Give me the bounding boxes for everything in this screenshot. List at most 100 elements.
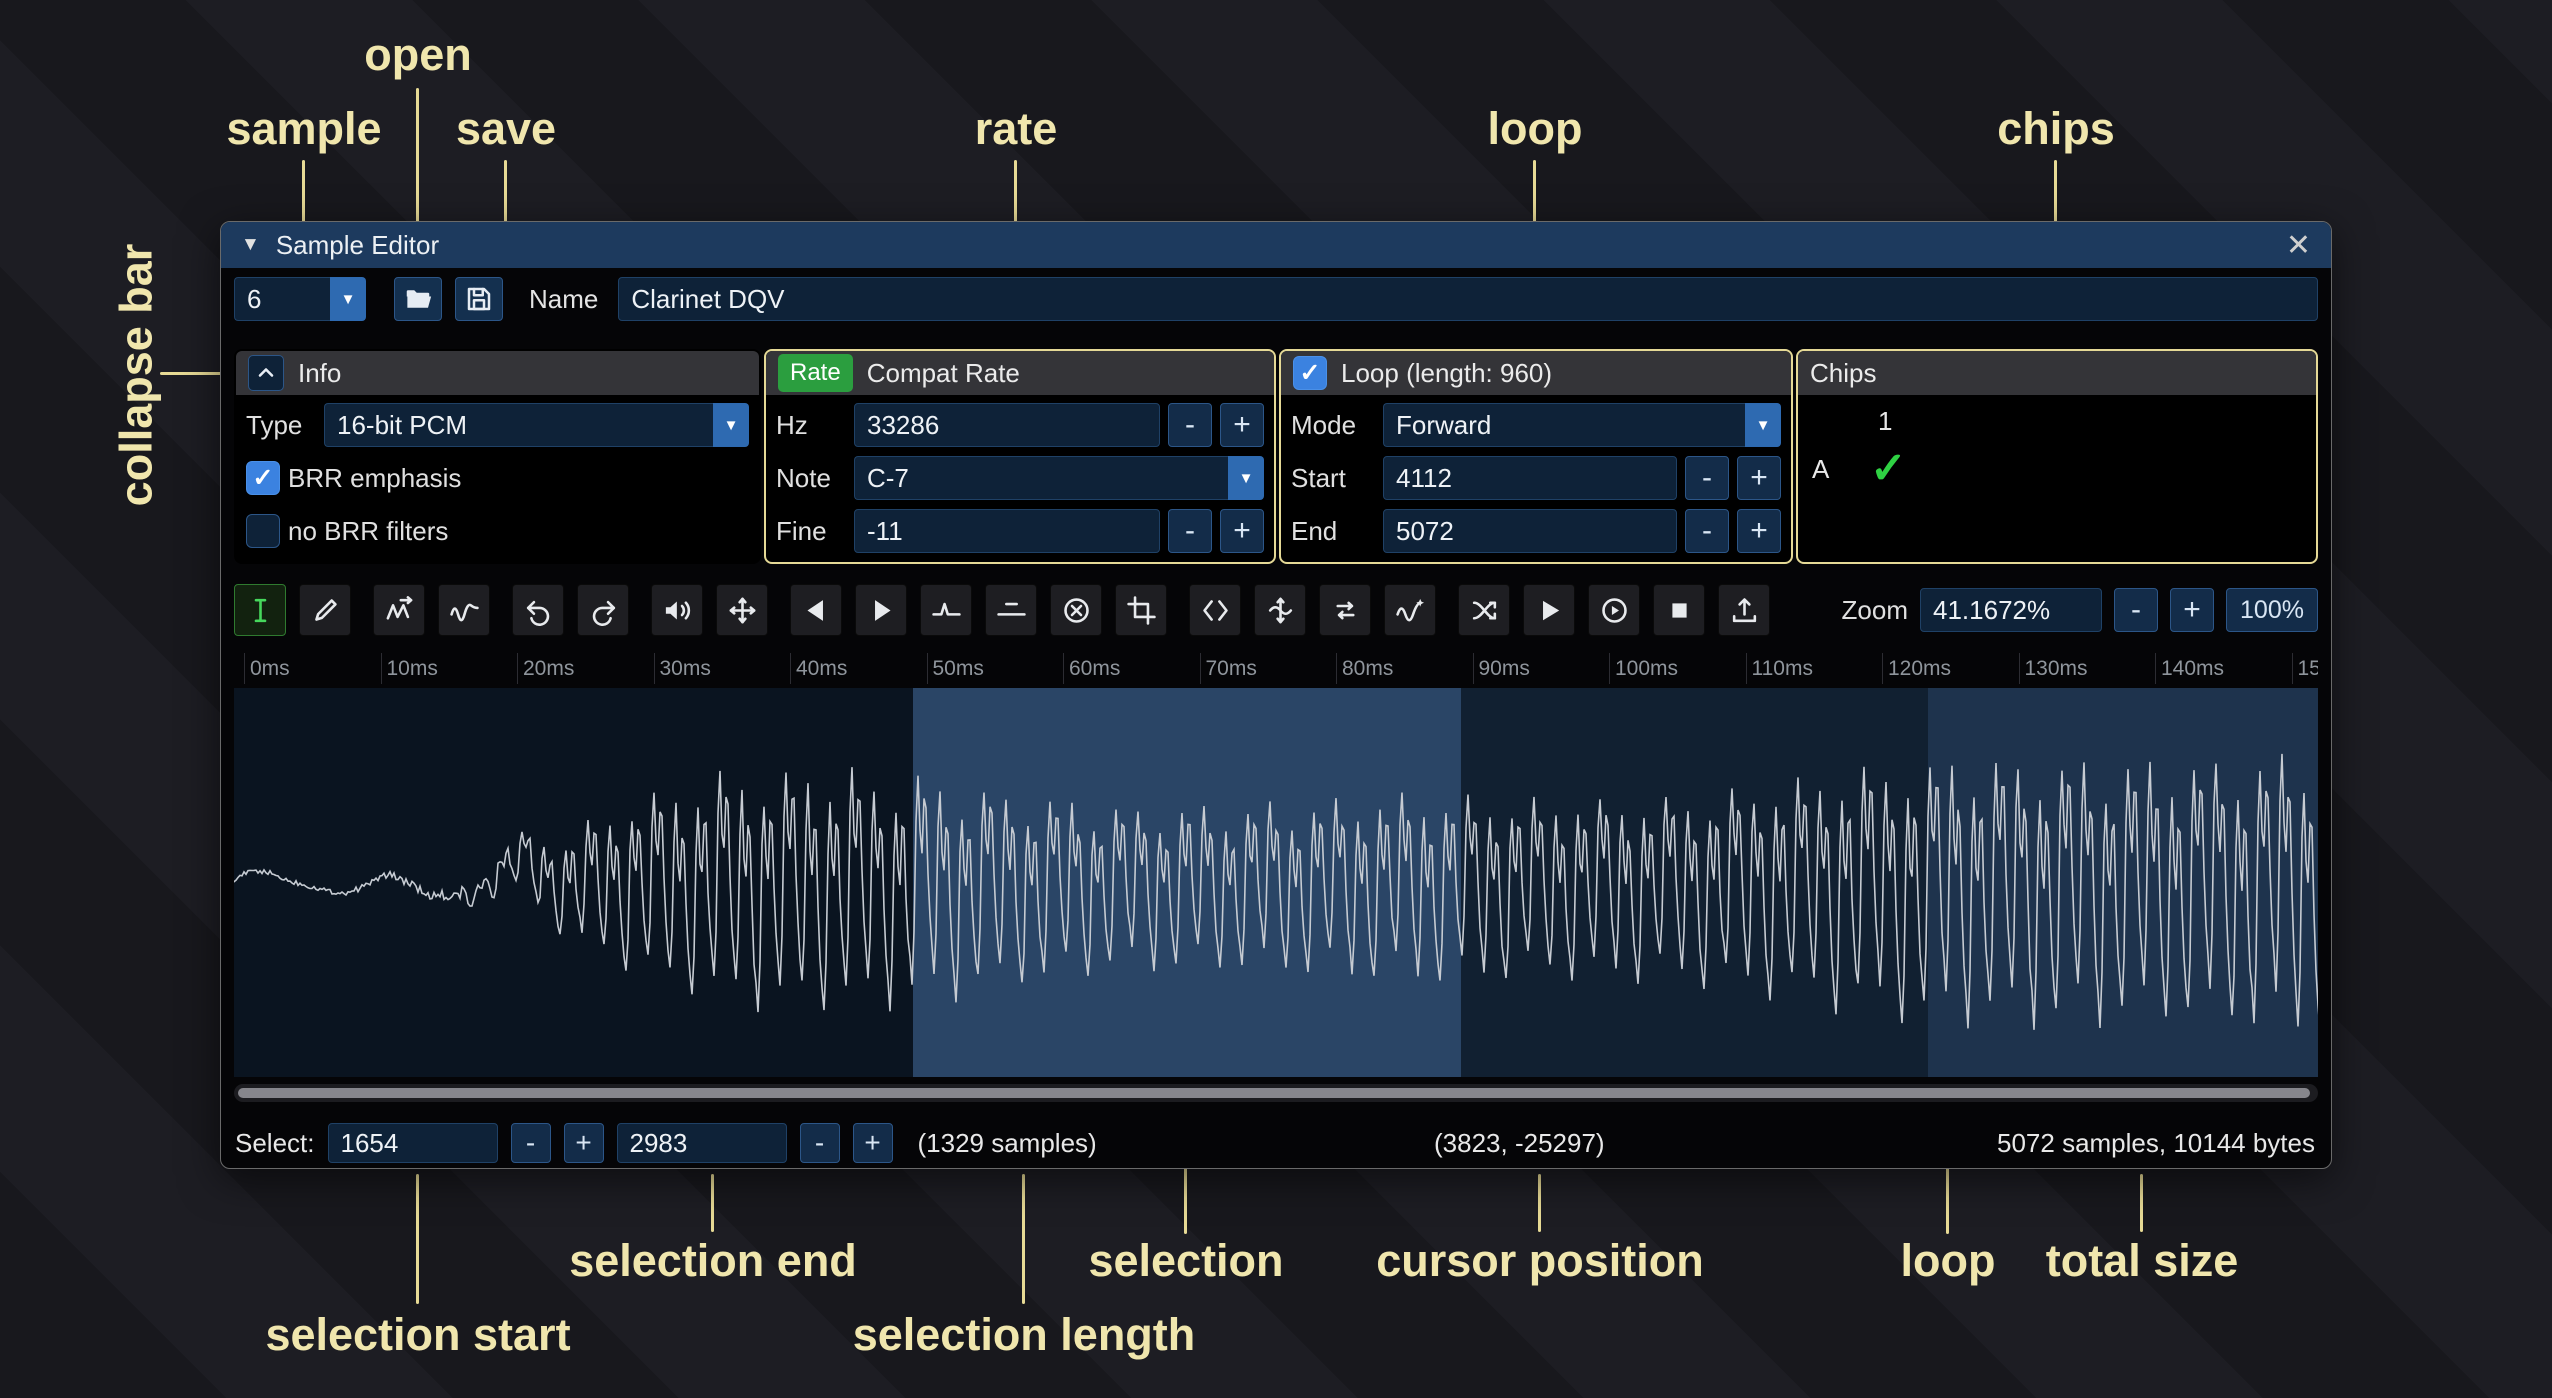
- rate-section: Rate Compat Rate Hz 33286 - + Note C-7: [764, 349, 1276, 564]
- ruler-tick-label: 30ms: [660, 657, 711, 681]
- chevron-down-icon[interactable]: ▼: [713, 403, 749, 447]
- import-button[interactable]: [1718, 584, 1770, 636]
- loop-start-label: Start: [1291, 463, 1375, 494]
- redo-button[interactable]: [577, 584, 629, 636]
- annotation-total-size: total size: [2046, 1236, 2239, 1286]
- sample-selector-value: 6: [234, 277, 330, 321]
- resample-button[interactable]: [438, 584, 490, 636]
- collapse-window-icon[interactable]: ▼: [241, 234, 260, 256]
- collapse-bar-button[interactable]: [248, 355, 284, 391]
- ruler-tick-label: 80ms: [1342, 657, 1393, 681]
- fine-input[interactable]: -11: [854, 509, 1160, 553]
- open-button[interactable]: [394, 277, 442, 321]
- loop-start-minus-button[interactable]: -: [1685, 456, 1729, 500]
- titlebar[interactable]: ▼ Sample Editor ✕: [221, 222, 2331, 268]
- crossfade-loop-button[interactable]: [1458, 584, 1510, 636]
- save-button[interactable]: [455, 277, 503, 321]
- loop-end-label: End: [1291, 516, 1375, 547]
- waveform-display[interactable]: [234, 688, 2318, 1077]
- resize-button[interactable]: [373, 584, 425, 636]
- sign-convert-icon: [1330, 595, 1361, 626]
- sample-editor-window: ▼ Sample Editor ✕ 6 ▼ Name Clarinet DQ: [220, 221, 2332, 1169]
- fade-out-button[interactable]: [855, 584, 907, 636]
- zoom-input[interactable]: 41.1672%: [1920, 588, 2102, 632]
- loop-start-input[interactable]: 4112: [1383, 456, 1677, 500]
- ruler-tick-label: 10ms: [387, 657, 438, 681]
- no-brr-filters-checkbox[interactable]: ✓: [246, 514, 280, 548]
- loop-mode-value: Forward: [1383, 403, 1745, 447]
- waveform-scrollbar[interactable]: [234, 1084, 2318, 1102]
- zoom-in-button[interactable]: +: [2170, 588, 2214, 632]
- loop-mode-select[interactable]: Forward ▼: [1383, 403, 1781, 447]
- ruler-tick: [790, 653, 791, 684]
- ruler-tick: [2019, 653, 2020, 684]
- chip-enabled-check-icon[interactable]: ✓: [1870, 447, 1907, 491]
- selection-end-plus-button[interactable]: +: [853, 1123, 893, 1163]
- zoom-reset-button[interactable]: 100%: [2226, 588, 2318, 632]
- ruler-tick-label: 110ms: [1752, 657, 1813, 681]
- apply-silence-button[interactable]: [985, 584, 1037, 636]
- undo-button[interactable]: [512, 584, 564, 636]
- sign-convert-button[interactable]: [1319, 584, 1371, 636]
- time-ruler[interactable]: 0ms10ms20ms30ms40ms50ms60ms70ms80ms90ms1…: [234, 649, 2318, 688]
- chevron-down-icon[interactable]: ▼: [1745, 403, 1781, 447]
- selection-start-minus-button[interactable]: -: [511, 1123, 551, 1163]
- loop-end-plus-button[interactable]: +: [1737, 509, 1781, 553]
- window-title: Sample Editor: [276, 230, 439, 261]
- fine-plus-button[interactable]: +: [1220, 509, 1264, 553]
- zoom-out-button[interactable]: -: [2114, 588, 2158, 632]
- loop-end-input[interactable]: 5072: [1383, 509, 1677, 553]
- hz-plus-button[interactable]: +: [1220, 403, 1264, 447]
- reverse-button[interactable]: [1189, 584, 1241, 636]
- amplify-button[interactable]: [651, 584, 703, 636]
- selection-end-input[interactable]: 2983: [617, 1123, 787, 1163]
- ruler-tick: [517, 653, 518, 684]
- name-input[interactable]: Clarinet DQV: [618, 277, 2318, 321]
- normalize-button[interactable]: [716, 584, 768, 636]
- scrollbar-thumb[interactable]: [238, 1088, 2310, 1098]
- fine-minus-button[interactable]: -: [1168, 509, 1212, 553]
- ruler-tick-label: 70ms: [1206, 657, 1257, 681]
- chevron-down-icon[interactable]: ▼: [330, 277, 366, 321]
- ruler-tick-label: 120ms: [1888, 657, 1951, 681]
- close-icon[interactable]: ✕: [2286, 228, 2311, 263]
- check-icon: ✓: [253, 463, 274, 493]
- ruler-tick: [244, 653, 245, 684]
- loop-end-minus-button[interactable]: -: [1685, 509, 1729, 553]
- sample-header-row: 6 ▼ Name Clarinet DQV: [221, 268, 2331, 329]
- loop-enabled-checkbox[interactable]: ✓: [1293, 356, 1327, 390]
- select-mode-button[interactable]: [234, 584, 286, 636]
- preview-loop-button[interactable]: [1588, 584, 1640, 636]
- annotation-line: [416, 1174, 419, 1304]
- filter-button[interactable]: [1384, 584, 1436, 636]
- brr-emphasis-checkbox[interactable]: ✓: [246, 461, 280, 495]
- hz-input[interactable]: 33286: [854, 403, 1160, 447]
- delete-selection-button[interactable]: [1050, 584, 1102, 636]
- trim-button[interactable]: [1115, 584, 1167, 636]
- total-size-text: 5072 samples, 10144 bytes: [1997, 1128, 2315, 1159]
- annotation-rate: rate: [975, 104, 1058, 154]
- hz-minus-button[interactable]: -: [1168, 403, 1212, 447]
- chevron-down-icon[interactable]: ▼: [1228, 456, 1264, 500]
- selection-end-minus-button[interactable]: -: [800, 1123, 840, 1163]
- stop-button[interactable]: [1653, 584, 1705, 636]
- ruler-tick: [1336, 653, 1337, 684]
- type-select[interactable]: 16-bit PCM ▼: [324, 403, 749, 447]
- folder-open-icon: [403, 284, 433, 314]
- play-button[interactable]: [1523, 584, 1575, 636]
- annotation-selection-end: selection end: [569, 1236, 857, 1286]
- insert-silence-button[interactable]: [920, 584, 972, 636]
- selection-start-input[interactable]: 1654: [328, 1123, 498, 1163]
- note-select[interactable]: C-7 ▼: [854, 456, 1264, 500]
- draw-mode-button[interactable]: [299, 584, 351, 636]
- chip-row-label: A: [1812, 454, 1836, 485]
- sample-selector[interactable]: 6 ▼: [234, 277, 366, 321]
- type-select-value: 16-bit PCM: [324, 403, 713, 447]
- selection-length-text: (1329 samples): [918, 1128, 1097, 1159]
- ruler-tick: [1063, 653, 1064, 684]
- invert-button[interactable]: [1254, 584, 1306, 636]
- selection-start-plus-button[interactable]: +: [564, 1123, 604, 1163]
- select-label: Select:: [235, 1128, 315, 1159]
- fade-in-button[interactable]: [790, 584, 842, 636]
- loop-start-plus-button[interactable]: +: [1737, 456, 1781, 500]
